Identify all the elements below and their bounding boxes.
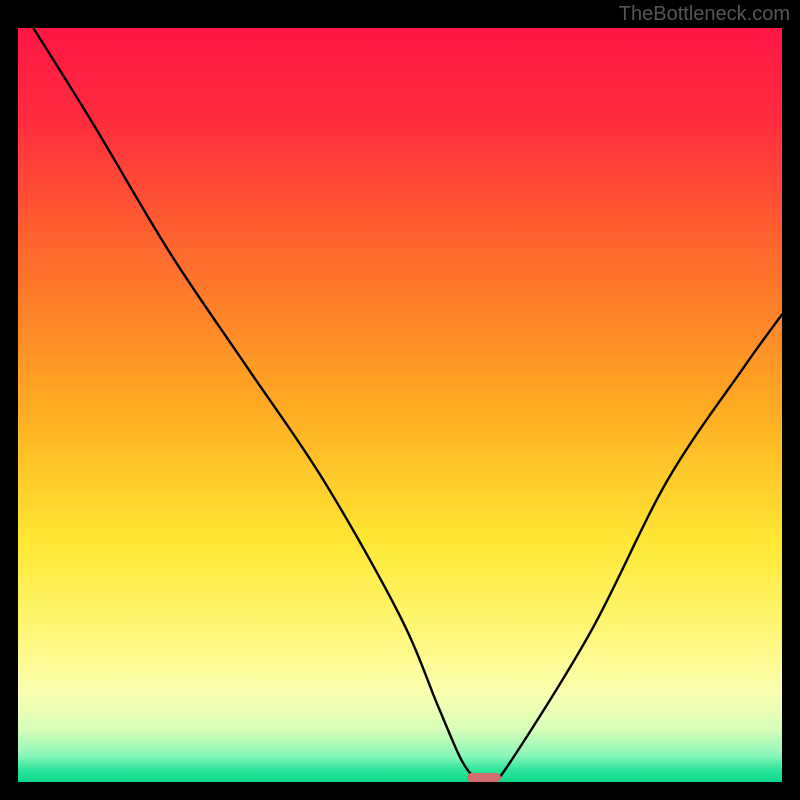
chart-container: TheBottleneck.com: [0, 0, 800, 800]
optimal-marker: [467, 773, 501, 782]
curve-svg: [18, 28, 782, 782]
watermark-text: TheBottleneck.com: [619, 3, 790, 26]
bottleneck-curve-path: [33, 28, 782, 781]
plot-area: [18, 28, 782, 782]
